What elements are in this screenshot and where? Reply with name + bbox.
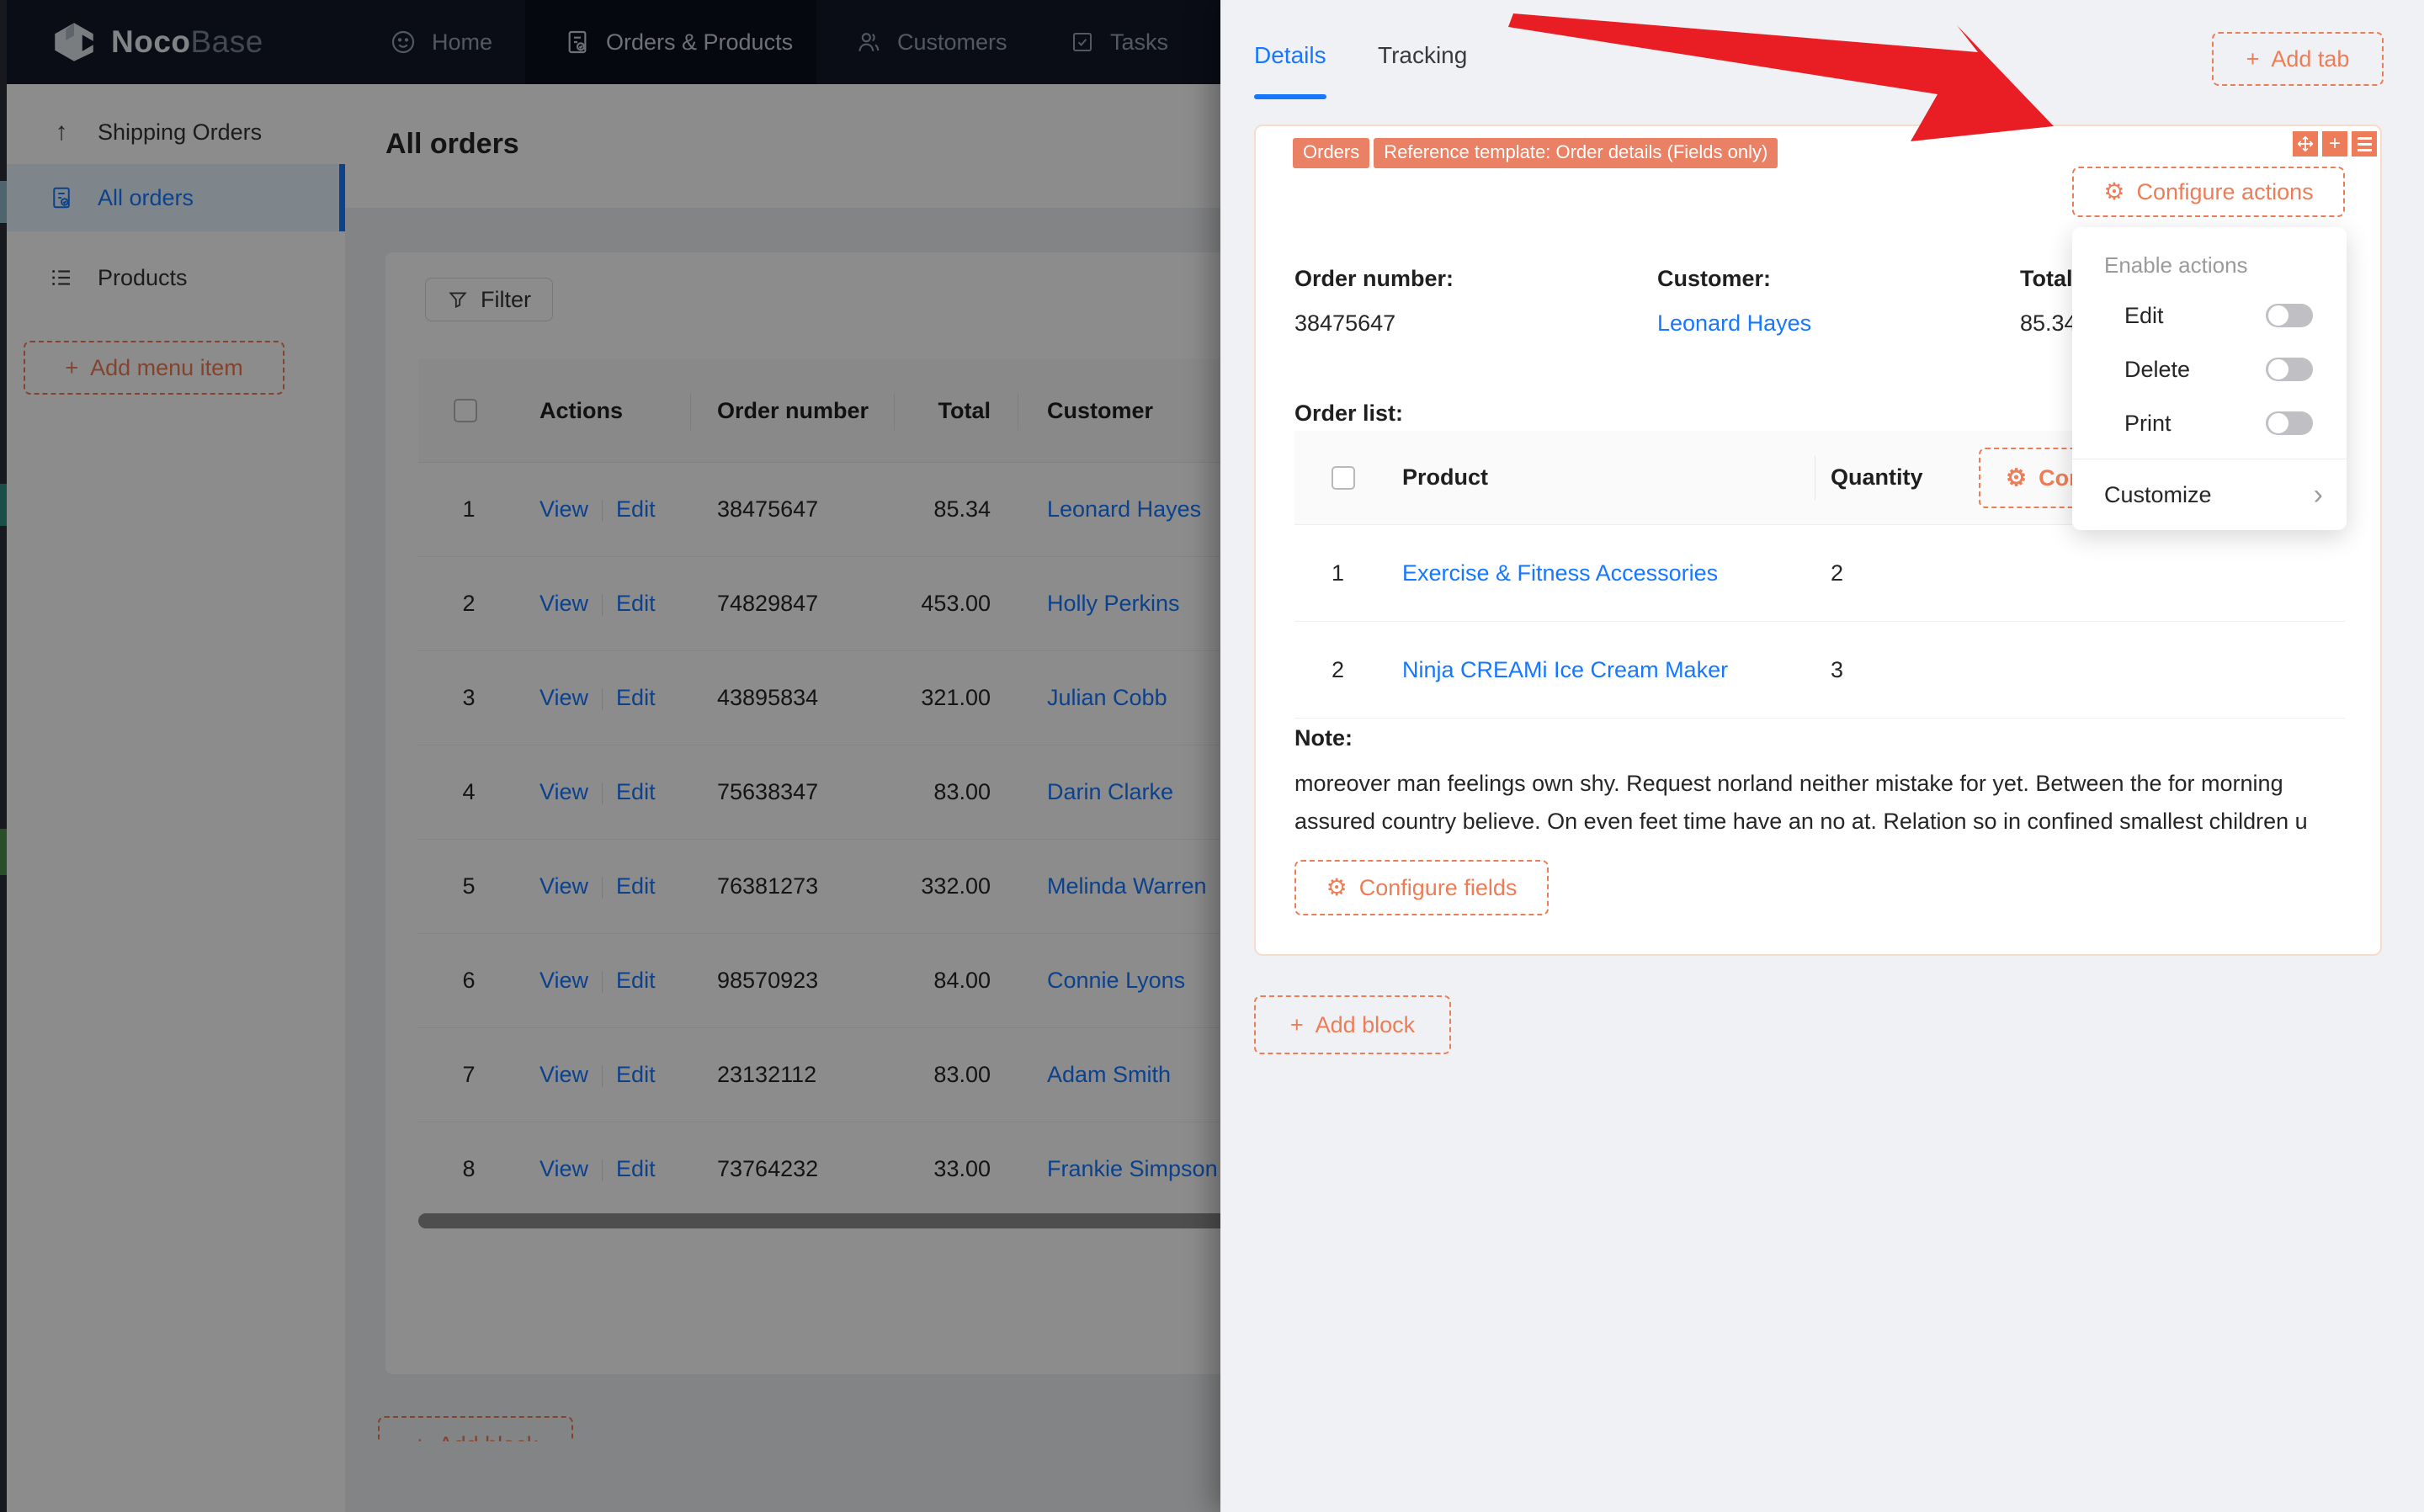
reference-template-chip: Reference template: Order details (Field… xyxy=(1374,138,1778,168)
order-list-label: Order list: xyxy=(1294,401,1404,426)
product-link[interactable]: Ninja CREAMi Ice Cream Maker xyxy=(1402,657,1728,682)
plus-icon: + xyxy=(1289,1011,1304,1037)
add-icon[interactable]: + xyxy=(2322,131,2347,157)
field-order-number: Order number: 38475647 xyxy=(1294,266,1454,337)
field-label: Order number: xyxy=(1294,266,1454,291)
tab-details[interactable]: Details xyxy=(1254,42,1326,69)
configure-fields-button[interactable]: ⚙ Configure fields xyxy=(1294,860,1549,915)
print-toggle[interactable] xyxy=(2266,411,2313,435)
menu-item-customize[interactable]: Customize › xyxy=(2072,468,2347,522)
add-block-label: Add block xyxy=(1315,1011,1416,1037)
add-tab-button[interactable]: + Add tab xyxy=(2212,32,2384,86)
designer-menu-icon[interactable] xyxy=(2352,131,2377,157)
plus-icon: + xyxy=(2328,132,2341,155)
row-index: 2 xyxy=(1332,657,1345,682)
edit-toggle[interactable] xyxy=(2266,304,2313,327)
block-schema-labels: Orders Reference template: Order details… xyxy=(1293,138,1778,168)
gear-icon: ⚙ xyxy=(2103,178,2125,204)
menu-item-label: Delete xyxy=(2124,356,2191,382)
configure-actions-label: Configure actions xyxy=(2136,178,2314,204)
row-index: 1 xyxy=(1332,560,1345,586)
menu-section-header: Enable actions xyxy=(2104,252,2248,278)
collection-chip: Orders xyxy=(1293,138,1370,168)
configure-fields-label: Configure fields xyxy=(1358,874,1518,900)
screen: NocoBase Home Orders & Products Customer… xyxy=(0,0,2424,1512)
customize-label: Customize xyxy=(2104,481,2212,507)
quantity-cell: 3 xyxy=(1831,657,1844,682)
customer-link[interactable]: Leonard Hayes xyxy=(1657,310,1811,336)
delete-toggle[interactable] xyxy=(2266,358,2313,381)
field-label: Customer: xyxy=(1657,266,1772,291)
note-label: Note: xyxy=(1294,725,1353,751)
field-label: Total: xyxy=(2020,266,2081,291)
menu-item-print[interactable]: Print xyxy=(2072,396,2347,450)
block-designer-toolbar: + xyxy=(2293,131,2377,157)
note-text-line: moreover man feelings own shy. Request n… xyxy=(1294,771,2283,796)
order-list-row: 2 Ninja CREAMi Ice Cream Maker 3 xyxy=(1294,622,2345,719)
select-all-checkbox[interactable] xyxy=(1332,466,1355,490)
drag-move-icon[interactable] xyxy=(2293,131,2318,157)
quantity-cell: 2 xyxy=(1831,560,1844,586)
note-field: Note: moreover man feelings own shy. Req… xyxy=(1294,725,2308,841)
field-total: Total: 85.34 xyxy=(2020,266,2080,337)
field-customer: Customer: Leonard Hayes xyxy=(1657,266,1811,337)
menu-item-label: Edit xyxy=(2124,302,2164,328)
add-block-button[interactable]: + Add block xyxy=(1254,995,1451,1054)
gear-icon: ⚙ xyxy=(1326,874,1348,900)
gear-icon: ⚙ xyxy=(2006,464,2028,491)
field-value: 38475647 xyxy=(1294,310,1396,336)
configure-actions-button[interactable]: ⚙ Configure actions xyxy=(2072,167,2345,217)
order-list-row: 1 Exercise & Fitness Accessories 2 xyxy=(1294,525,2345,622)
active-tab-indicator xyxy=(1254,94,1326,99)
menu-item-edit[interactable]: Edit xyxy=(2072,289,2347,342)
note-text-line: assured country believe. On even feet ti… xyxy=(1294,809,2308,834)
configure-actions-menu: Enable actions Edit Delete Print Customi… xyxy=(2072,227,2347,530)
menu-item-delete[interactable]: Delete xyxy=(2072,342,2347,396)
plus-icon: + xyxy=(2246,45,2260,72)
product-link[interactable]: Exercise & Fitness Accessories xyxy=(1402,560,1718,586)
column-header-product: Product xyxy=(1402,464,1489,490)
add-tab-label: Add tab xyxy=(2271,45,2350,72)
menu-item-label: Print xyxy=(2124,410,2172,436)
order-details-drawer: Details Tracking + Add tab Orders Refere… xyxy=(1220,0,2424,1512)
column-header-quantity: Quantity xyxy=(1831,464,1923,490)
drawer-backdrop-overlay[interactable] xyxy=(0,0,1220,1512)
menu-lines-icon xyxy=(2357,136,2372,151)
chevron-right-icon: › xyxy=(2313,479,2323,511)
tab-tracking[interactable]: Tracking xyxy=(1378,42,1467,69)
field-value: 85.34 xyxy=(2020,310,2077,336)
